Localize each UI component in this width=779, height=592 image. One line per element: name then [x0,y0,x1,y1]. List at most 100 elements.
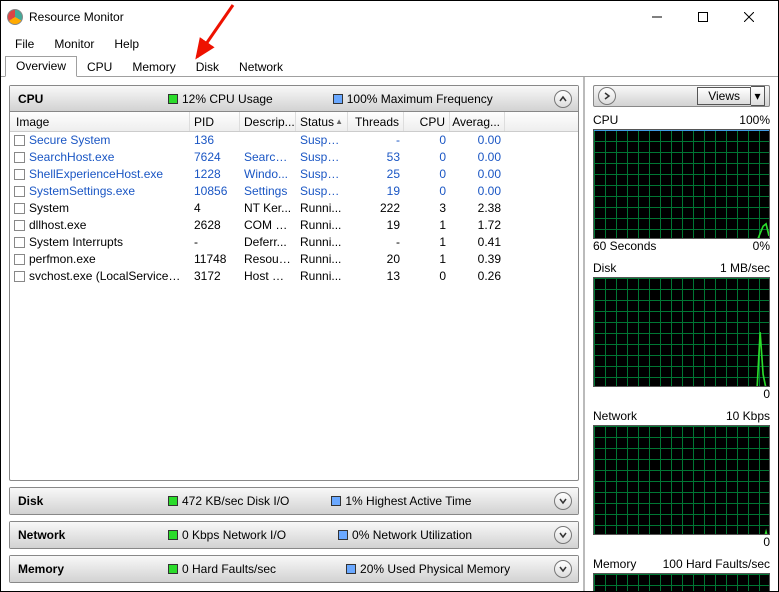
network-panel: Network 0 Kbps Network I/O 0% Network Ut… [9,521,579,549]
row-checkbox[interactable] [14,135,25,146]
cell-threads: 19 [348,217,404,234]
cell-cpu: 0 [404,132,450,149]
col-threads[interactable]: Threads [348,112,404,131]
chart-cpu-max: 100% [739,113,770,127]
chart-memory-canvas [593,573,770,591]
collapse-button[interactable] [554,90,572,108]
col-averag[interactable]: Averag... [450,112,505,131]
cell-image: SearchHost.exe [29,150,114,164]
disk-io-icon [168,496,178,506]
chart-cpu-canvas [593,129,770,239]
table-row[interactable]: ShellExperienceHost.exe1228Windo...Suspe… [10,166,578,183]
table-row[interactable]: System4NT Ker...Runni...22232.38 [10,200,578,217]
table-row[interactable]: SystemSettings.exe10856SettingsSuspe...1… [10,183,578,200]
cpu-usage-text: 12% CPU Usage [182,92,273,106]
collapse-right-button[interactable] [598,87,616,105]
titlebar: Resource Monitor [1,1,778,33]
row-checkbox[interactable] [14,237,25,248]
row-checkbox[interactable] [14,169,25,180]
col-image[interactable]: Image [10,112,190,131]
cell-desc: Deferr... [240,234,296,251]
network-util-text: 0% Network Utilization [352,528,472,542]
tab-disk[interactable]: Disk [186,58,229,77]
cell-image: perfmon.exe [29,252,96,266]
cell-cpu: 0 [404,268,450,285]
table-row[interactable]: SearchHost.exe7624Search...Suspe...5300.… [10,149,578,166]
tab-network[interactable]: Network [229,58,293,77]
disk-active-icon [331,496,341,506]
cell-pid: 136 [190,132,240,149]
cpu-table-body[interactable]: Secure System136Suspe...-00.00SearchHost… [10,132,578,480]
row-checkbox[interactable] [14,254,25,265]
cpu-usage-icon [168,94,178,104]
menu-file[interactable]: File [5,35,44,53]
network-io-text: 0 Kbps Network I/O [182,528,286,542]
menu-monitor[interactable]: Monitor [44,35,104,53]
chart-cpu-min: 0% [753,239,770,253]
col-status[interactable]: Status▲ [296,112,348,131]
expand-button[interactable] [554,526,572,544]
cell-cpu: 0 [404,166,450,183]
cpu-panel-header[interactable]: CPU 12% CPU Usage 100% Maximum Frequency [10,86,578,112]
menu-help[interactable]: Help [104,35,149,53]
cell-avg: 0.00 [450,166,505,183]
views-label[interactable]: Views [697,87,751,105]
cell-desc: Host Pr... [240,268,296,285]
cell-status: Runni... [296,251,348,268]
views-split-button[interactable]: Views ▾ [697,86,765,106]
expand-button[interactable] [554,492,572,510]
cpu-table-header: Image PID Descrip... Status▲ Threads CPU… [10,112,578,132]
tab-memory[interactable]: Memory [122,58,185,77]
table-row[interactable]: perfmon.exe11748Resour...Runni...2010.39 [10,251,578,268]
col-cpu[interactable]: CPU [404,112,450,131]
window-title: Resource Monitor [29,10,124,24]
row-checkbox[interactable] [14,186,25,197]
disk-panel-header[interactable]: Disk 472 KB/sec Disk I/O 1% Highest Acti… [10,488,578,514]
cell-cpu: 0 [404,149,450,166]
chart-memory-title: Memory [593,557,636,571]
col-pid[interactable]: PID [190,112,240,131]
memory-panel-title: Memory [18,562,138,576]
cell-status: Suspe... [296,183,348,200]
row-checkbox[interactable] [14,220,25,231]
expand-button[interactable] [554,560,572,578]
row-checkbox[interactable] [14,203,25,214]
cell-avg: 0.39 [450,251,505,268]
cell-status: Runni... [296,200,348,217]
cell-image: dllhost.exe [29,218,86,232]
cpu-freq-icon [333,94,343,104]
chart-memory-max: 100 Hard Faults/sec [663,557,770,571]
row-checkbox[interactable] [14,271,25,282]
network-panel-header[interactable]: Network 0 Kbps Network I/O 0% Network Ut… [10,522,578,548]
memory-panel-header[interactable]: Memory 0 Hard Faults/sec 20% Used Physic… [10,556,578,582]
cell-image: ShellExperienceHost.exe [29,167,163,181]
chart-network-title: Network [593,409,637,423]
cell-image: System [29,201,69,215]
tab-cpu[interactable]: CPU [77,58,122,77]
cell-status: Runni... [296,234,348,251]
network-util-icon [338,530,348,540]
cell-cpu: 1 [404,234,450,251]
cpu-freq-text: 100% Maximum Frequency [347,92,493,106]
cell-threads: 19 [348,183,404,200]
cell-pid: 3172 [190,268,240,285]
views-dropdown-icon[interactable]: ▾ [751,86,765,106]
cell-status: Runni... [296,268,348,285]
chart-cpu-xlabel: 60 Seconds [593,239,656,253]
tab-overview[interactable]: Overview [5,56,77,77]
disk-active-text: 1% Highest Active Time [345,494,471,508]
table-row[interactable]: System Interrupts-Deferr...Runni...-10.4… [10,234,578,251]
close-button[interactable] [726,2,772,32]
cell-avg: 1.72 [450,217,505,234]
cell-status: Runni... [296,217,348,234]
cell-avg: 0.00 [450,149,505,166]
cell-threads: - [348,234,404,251]
row-checkbox[interactable] [14,152,25,163]
maximize-button[interactable] [680,2,726,32]
table-row[interactable]: dllhost.exe2628COM S...Runni...1911.72 [10,217,578,234]
col-descrip[interactable]: Descrip... [240,112,296,131]
table-row[interactable]: svchost.exe (LocalServiceNo...3172Host P… [10,268,578,285]
table-row[interactable]: Secure System136Suspe...-00.00 [10,132,578,149]
minimize-button[interactable] [634,2,680,32]
cell-avg: 0.00 [450,132,505,149]
